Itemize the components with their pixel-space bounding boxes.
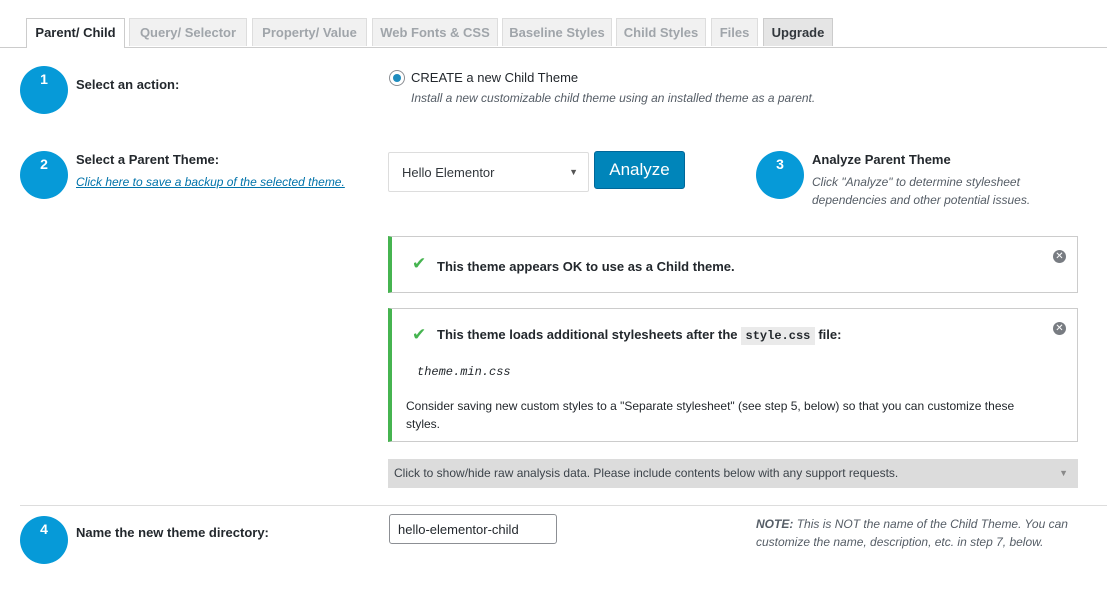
dismiss-icon[interactable]: ✕ — [1053, 250, 1066, 263]
tab-upgrade[interactable]: Upgrade — [763, 18, 833, 46]
step-1-label: Select an action: — [76, 77, 180, 92]
tab-property-value[interactable]: Property/ Value — [252, 18, 367, 46]
step-1-badge: 1 — [20, 66, 68, 114]
tab-parent-child[interactable]: Parent/ Child — [26, 18, 125, 48]
caret-down-icon: ▼ — [569, 167, 578, 177]
style-css-code: style.css — [740, 327, 816, 345]
backup-theme-link[interactable]: Click here to save a backup of the selec… — [76, 175, 345, 189]
analyze-button[interactable]: Analyze — [594, 151, 685, 189]
tab-query-selector[interactable]: Query/ Selector — [129, 18, 247, 46]
notice-theme-ok-text: This theme appears OK to use as a Child … — [437, 259, 735, 274]
step-4-badge: 4 — [20, 516, 68, 564]
notice-stylesheets-text: This theme loads additional stylesheets … — [437, 327, 841, 345]
create-child-theme-desc: Install a new customizable child theme u… — [411, 91, 816, 105]
tab-child-styles[interactable]: Child Styles — [616, 18, 706, 46]
step-3-desc: Click "Analyze" to determine stylesheet … — [812, 175, 1031, 207]
tab-web-fonts-css[interactable]: Web Fonts & CSS — [372, 18, 498, 46]
parent-theme-select[interactable]: Hello Elementor ▼ — [388, 152, 589, 192]
step-4-note-text: This is NOT the name of the Child Theme.… — [756, 517, 1068, 549]
section-divider — [20, 505, 1107, 506]
notice-theme-ok: ✔ This theme appears OK to use as a Chil… — [388, 236, 1078, 293]
notice-stylesheets-after: file: — [818, 327, 842, 342]
step-3-label: Analyze Parent Theme — [812, 152, 951, 167]
step-4-note: NOTE: This is NOT the name of the Child … — [756, 515, 1091, 551]
step-4-note-label: NOTE: — [756, 517, 794, 531]
theme-directory-input[interactable] — [389, 514, 557, 544]
notice-additional-stylesheets: ✔ This theme loads additional stylesheet… — [388, 308, 1078, 442]
create-child-theme-label[interactable]: CREATE a new Child Theme — [411, 70, 578, 85]
parent-theme-select-value: Hello Elementor — [402, 165, 495, 180]
checkmark-icon: ✔ — [412, 254, 427, 273]
dismiss-icon[interactable]: ✕ — [1053, 322, 1066, 335]
caret-down-icon: ▼ — [1059, 468, 1068, 478]
stylesheet-file-name: theme.min.css — [417, 365, 511, 379]
step-4-label: Name the new theme directory: — [76, 525, 269, 540]
tab-bar: Parent/ Child Query/ Selector Property/ … — [0, 0, 1107, 48]
tab-baseline-styles[interactable]: Baseline Styles — [502, 18, 612, 46]
tab-files[interactable]: Files — [711, 18, 758, 46]
notice-stylesheets-before: This theme loads additional stylesheets … — [437, 327, 738, 342]
raw-analysis-toggle-text: Click to show/hide raw analysis data. Pl… — [394, 466, 899, 480]
checkmark-icon: ✔ — [412, 325, 427, 344]
notice-stylesheets-advice: Consider saving new custom styles to a "… — [406, 399, 1015, 431]
step-3-badge: 3 — [756, 151, 804, 199]
step-2-label: Select a Parent Theme: — [76, 152, 220, 167]
step-2-badge: 2 — [20, 151, 68, 199]
raw-analysis-toggle[interactable]: Click to show/hide raw analysis data. Pl… — [388, 459, 1078, 488]
create-child-theme-radio[interactable] — [389, 70, 405, 86]
